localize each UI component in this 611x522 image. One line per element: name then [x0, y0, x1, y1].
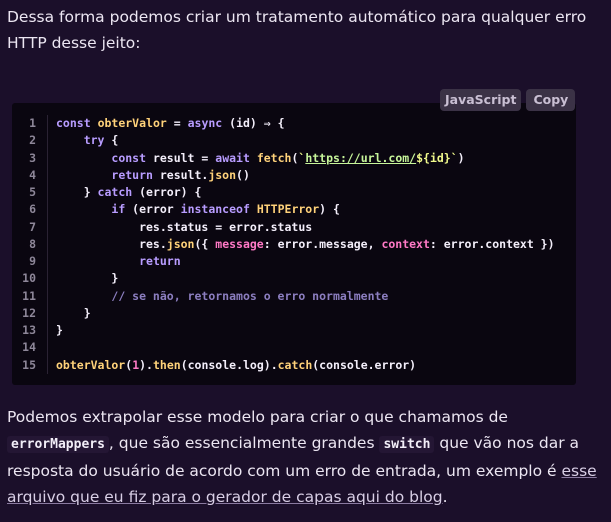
line-number: 2 — [29, 133, 36, 148]
outro-paragraph: Podemos extrapolar esse modelo para cria… — [7, 404, 597, 510]
outro-text: Podemos extrapolar esse modelo para cria… — [7, 408, 508, 426]
language-badge: JavaScript — [440, 89, 522, 111]
line-number: 14 — [22, 340, 36, 355]
inline-code-errormappers: errorMappers — [7, 436, 109, 453]
code-line: 4 return result.json() — [12, 166, 576, 184]
code-line: 8 res.json({ message: error.message, con… — [12, 235, 576, 253]
line-number: 7 — [29, 219, 36, 234]
code-line: 12 } — [12, 304, 576, 322]
outro-text: , que são essencialmente grandes — [108, 434, 380, 452]
code-line: 9 return — [12, 253, 576, 271]
code-line: 2 try { — [12, 132, 576, 150]
line-number: 15 — [22, 357, 36, 372]
line-number: 1 — [29, 116, 36, 130]
code-line: 1 const obterValor = async (id) ⇒ { — [12, 115, 576, 133]
line-number: 10 — [22, 271, 36, 286]
code-line: 3 const result = await fetch(`https://ur… — [12, 149, 576, 167]
line-number: 4 — [29, 167, 36, 182]
inline-code-switch: switch — [379, 436, 435, 453]
code-line: 15 obterValor(1).then(console.log).catch(… — [12, 356, 576, 374]
line-number: 8 — [29, 236, 36, 251]
intro-paragraph: Dessa forma podemos criar um tratamento … — [7, 8, 587, 52]
line-number: 5 — [29, 185, 36, 199]
code-block: 1 const obterValor = async (id) ⇒ { 2 try… — [12, 103, 576, 385]
line-number: 12 — [22, 305, 36, 320]
code-line: 5 } catch (error) { — [12, 184, 576, 202]
code-toolbar: JavaScript Copy — [440, 89, 576, 111]
line-number: 11 — [22, 288, 36, 303]
line-number: 6 — [29, 202, 36, 217]
code-line: 11 // se não, retornamos o erro normalme… — [12, 287, 576, 305]
code-line: 7 res.status = error.status — [12, 218, 576, 236]
code-content: 1 const obterValor = async (id) ⇒ { 2 try… — [12, 115, 576, 374]
copy-button[interactable]: Copy — [526, 89, 576, 111]
code-line: 6 if (error instanceof HTTPError) { — [12, 201, 576, 219]
line-number: 3 — [29, 150, 36, 165]
line-number: 9 — [29, 254, 36, 268]
code-line: 13} — [12, 322, 576, 340]
line-number: 13 — [22, 323, 36, 337]
code-line: 14 — [12, 339, 576, 357]
outro-text: . — [442, 488, 448, 506]
code-line: 10 } — [12, 270, 576, 288]
